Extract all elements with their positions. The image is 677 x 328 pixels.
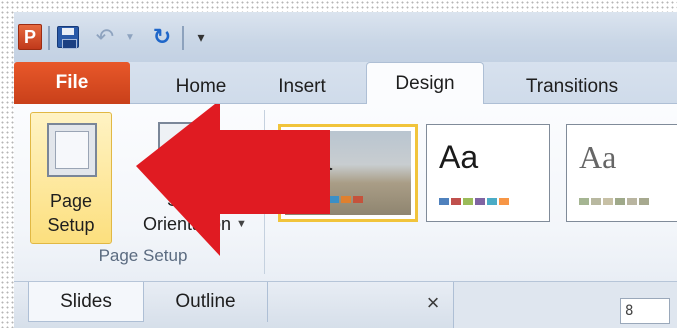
theme-thumbnail-serif[interactable]: Aa bbox=[566, 124, 677, 222]
ribbon-tabs: File Home Insert Design Transitions bbox=[14, 62, 677, 105]
toolbar-separator bbox=[182, 26, 184, 50]
quick-access-toolbar: P ↶ ▼ ↻ ▾ bbox=[14, 12, 677, 62]
design-ribbon: Page Setup Slide Orientation ▼ Page Setu… bbox=[14, 104, 677, 282]
theme-color-swatches bbox=[439, 198, 509, 205]
tab-home[interactable]: Home bbox=[160, 70, 242, 104]
save-button[interactable] bbox=[56, 24, 80, 50]
theme-color-swatches bbox=[579, 198, 649, 205]
red-arrow-annotation bbox=[136, 104, 330, 256]
toolbar-separator bbox=[48, 26, 50, 50]
screenshot-frame: P ↶ ▼ ↻ ▾ File Home Insert Design Transi… bbox=[0, 0, 677, 328]
ruler-indicator: 8 bbox=[620, 298, 670, 324]
customize-toolbar-icon[interactable]: ▾ bbox=[190, 24, 212, 50]
tab-transitions[interactable]: Transitions bbox=[498, 70, 646, 104]
tab-insert[interactable]: Insert bbox=[262, 70, 342, 104]
save-icon bbox=[57, 26, 79, 49]
tab-design[interactable]: Design bbox=[366, 62, 484, 105]
red-arrow-shape bbox=[136, 104, 330, 256]
powerpoint-logo-icon[interactable]: P bbox=[18, 24, 42, 50]
redo-icon[interactable]: ↻ bbox=[148, 24, 176, 50]
close-icon[interactable]: × bbox=[418, 288, 448, 318]
undo-icon[interactable]: ↶ bbox=[92, 24, 118, 50]
tab-outline[interactable]: Outline bbox=[144, 282, 268, 322]
theme-sample-text: Aa bbox=[439, 139, 479, 175]
powerpoint-window: P ↶ ▼ ↻ ▾ File Home Insert Design Transi… bbox=[14, 12, 677, 328]
tab-slides[interactable]: Slides bbox=[28, 282, 144, 322]
tab-file[interactable]: File bbox=[14, 62, 130, 104]
undo-dropdown-icon[interactable]: ▼ bbox=[124, 24, 136, 50]
theme-sample-text: Aa bbox=[579, 139, 617, 175]
slides-pane-header: Slides Outline × 8 bbox=[14, 282, 677, 328]
theme-thumbnail-office[interactable]: Aa bbox=[426, 124, 550, 222]
pane-tab-strip: Slides Outline × bbox=[14, 282, 454, 328]
